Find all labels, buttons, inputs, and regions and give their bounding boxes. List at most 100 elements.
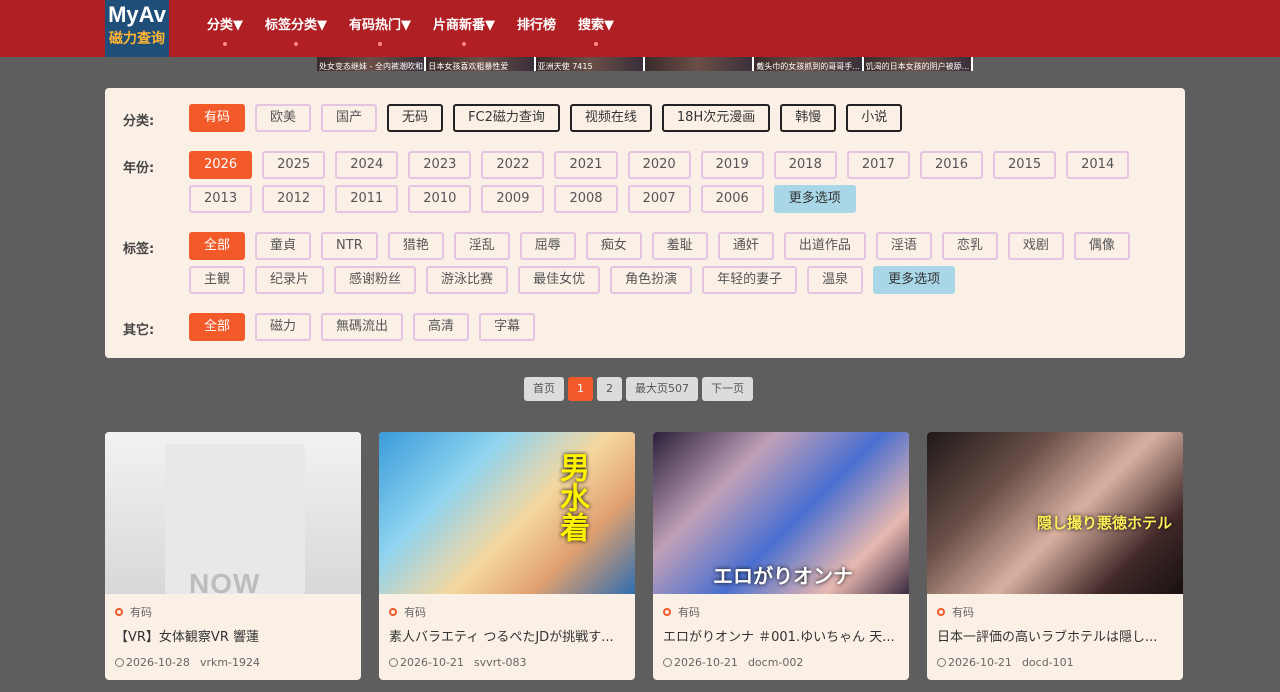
filter-chip-tags[interactable]: 通奸 <box>717 232 774 260</box>
filter-chip-tags[interactable]: 更多选项 <box>873 266 956 294</box>
filter-chip-tags[interactable]: 游泳比赛 <box>426 266 509 294</box>
filter-chip-year[interactable]: 2018 <box>773 151 837 179</box>
card-category[interactable]: 有码 <box>663 604 899 620</box>
filter-chip-year[interactable]: 2024 <box>335 151 399 179</box>
banner-thumb[interactable]: 亚洲天使 7415 <box>535 57 645 71</box>
filter-chip-category[interactable]: 18H次元漫画 <box>661 104 771 132</box>
filter-chip-tags[interactable]: 痴女 <box>585 232 642 260</box>
page-button[interactable]: 1 <box>568 377 593 401</box>
active-dot-icon <box>462 42 466 46</box>
banner-thumb[interactable]: 饥渴的日本女孩的阴户被舔... <box>863 57 973 71</box>
filter-chip-category[interactable]: 视频在线 <box>569 104 652 132</box>
filter-chip-year[interactable]: 2026 <box>189 151 253 179</box>
card-title[interactable]: 日本一評価の高いラブホテルは隠し... <box>937 628 1173 648</box>
filter-chip-tags[interactable]: 全部 <box>189 232 246 260</box>
nav-item-0[interactable]: 分类▼ <box>196 0 254 57</box>
filter-chip-tags[interactable]: 屈辱 <box>519 232 576 260</box>
video-thumbnail[interactable]: NOW <box>105 432 361 594</box>
filter-chip-category[interactable]: 国产 <box>321 104 378 132</box>
filter-chip-tags[interactable]: 淫语 <box>875 232 932 260</box>
card-category[interactable]: 有码 <box>389 604 625 620</box>
filter-chip-other[interactable]: 無碼流出 <box>321 313 404 341</box>
filter-chip-tags[interactable]: 主観 <box>189 266 246 294</box>
filter-chip-year[interactable]: 2020 <box>627 151 691 179</box>
video-thumbnail[interactable]: エロがりオンナ <box>653 432 909 594</box>
filter-chip-tags[interactable]: 出道作品 <box>783 232 866 260</box>
filter-chip-tags[interactable]: 年轻的妻子 <box>702 266 798 294</box>
filter-chip-year[interactable]: 2013 <box>189 185 253 213</box>
filter-chip-tags[interactable]: 恋乳 <box>941 232 998 260</box>
video-thumbnail[interactable]: 隠し撮り悪徳ホテル <box>927 432 1183 594</box>
video-thumbnail[interactable]: 男水着 <box>379 432 635 594</box>
nav-item-2[interactable]: 有码热门▼ <box>338 0 422 57</box>
filter-chip-year[interactable]: 2006 <box>700 185 764 213</box>
filter-chip-year[interactable]: 更多选项 <box>773 185 856 213</box>
card-category[interactable]: 有码 <box>115 604 351 620</box>
filter-chip-tags[interactable]: 猎艳 <box>387 232 444 260</box>
site-logo[interactable]: MyAv 磁力查询 <box>105 0 169 57</box>
card-category-label: 有码 <box>678 606 700 619</box>
filter-chip-year[interactable]: 2019 <box>700 151 764 179</box>
filter-chip-category[interactable]: 欧美 <box>255 104 312 132</box>
filter-chip-year[interactable]: 2025 <box>262 151 326 179</box>
filter-chip-other[interactable]: 全部 <box>189 313 246 341</box>
filter-chips-other: 全部 磁力 無碼流出 高清 字幕 <box>189 313 1179 341</box>
filter-chip-tags[interactable]: 羞耻 <box>651 232 708 260</box>
filter-chip-other[interactable]: 字幕 <box>479 313 536 341</box>
nav-item-label: 分类▼ <box>207 18 243 33</box>
filter-chip-category[interactable]: FC2磁力查询 <box>453 104 560 132</box>
card-title[interactable]: エロがりオンナ ＃001.ゆいちゃん 天... <box>663 628 899 648</box>
banner-thumb[interactable]: 处女变态继妹 - 全内裤潮吹和... <box>317 57 431 71</box>
card-date: 2026-10-21 <box>948 656 1012 669</box>
filter-chip-tags[interactable]: 偶像 <box>1073 232 1130 260</box>
card-title[interactable]: 【VR】女体観察VR 響蓮 <box>115 628 351 648</box>
filter-chip-tags[interactable]: 感谢粉丝 <box>334 266 417 294</box>
filter-chip-tags[interactable]: 戏剧 <box>1007 232 1064 260</box>
filter-chip-tags[interactable]: 温泉 <box>807 266 864 294</box>
filter-chip-year[interactable]: 2023 <box>408 151 472 179</box>
filter-chip-other[interactable]: 磁力 <box>255 313 312 341</box>
nav-item-4[interactable]: 排行榜 <box>506 0 567 57</box>
filter-chip-year[interactable]: 2010 <box>408 185 472 213</box>
filter-chip-tags[interactable]: NTR <box>321 232 378 260</box>
filter-chip-year[interactable]: 2008 <box>554 185 618 213</box>
filter-chip-tags[interactable]: 纪录片 <box>255 266 325 294</box>
card-body: 有码 素人バラエティ つるぺたJDが挑戦す... 2026-10-21 svvrt-0… <box>379 594 635 669</box>
banner-thumb[interactable] <box>644 57 755 71</box>
filter-chip-other[interactable]: 高清 <box>413 313 470 341</box>
filter-chip-category[interactable]: 无码 <box>387 104 444 132</box>
video-card[interactable]: エロがりオンナ 有码 エロがりオンナ ＃001.ゆいちゃん 天... 2026-10-… <box>653 432 909 680</box>
filter-chips-year: 2026 2025 2024 2023 2022 2021 2020 2019 2018 2017… <box>189 151 1179 213</box>
filter-chip-year[interactable]: 2014 <box>1066 151 1130 179</box>
card-category[interactable]: 有码 <box>937 604 1173 620</box>
banner-thumb[interactable]: 日本女孩喜欢粗暴性爱 <box>426 57 536 71</box>
nav-item-3[interactable]: 片商新番▼ <box>422 0 506 57</box>
page-button[interactable]: 2 <box>597 377 622 401</box>
filter-chip-tags[interactable]: 童貞 <box>255 232 312 260</box>
video-card[interactable]: 男水着 有码 素人バラエティ つるぺたJDが挑戦す... 2026-10-21 svvr… <box>379 432 635 680</box>
nav-item-5[interactable]: 搜索▼ <box>567 0 625 57</box>
filter-chip-year[interactable]: 2007 <box>627 185 691 213</box>
filter-chip-year[interactable]: 2009 <box>481 185 545 213</box>
video-card[interactable]: 隠し撮り悪徳ホテル有码日本一評価の高いラブホテルは隠し... 2026-10-21… <box>927 432 1183 680</box>
filter-chip-year[interactable]: 2021 <box>554 151 618 179</box>
nav-item-1[interactable]: 标签分类▼ <box>254 0 338 57</box>
filter-chip-year[interactable]: 2016 <box>919 151 984 179</box>
filter-chip-year[interactable]: 2012 <box>262 185 326 213</box>
filter-chip-tags[interactable]: 最佳女优 <box>518 266 601 294</box>
filter-chip-year[interactable]: 2022 <box>481 151 545 179</box>
filter-chip-tags[interactable]: 角色扮演 <box>610 266 693 294</box>
filter-chip-tags[interactable]: 淫乱 <box>453 232 510 260</box>
filter-chip-year[interactable]: 2017 <box>846 151 910 179</box>
filter-chip-year[interactable]: 2015 <box>993 151 1057 179</box>
filter-chip-category[interactable]: 小说 <box>846 104 903 132</box>
banner-thumb[interactable]: 戴头巾的女孩抓到的哥哥手... <box>754 57 864 71</box>
filter-chip-category[interactable]: 有码 <box>189 104 246 132</box>
filter-chip-year[interactable]: 2011 <box>335 185 399 213</box>
page-button[interactable]: 首页 <box>524 377 564 401</box>
card-title[interactable]: 素人バラエティ つるぺたJDが挑戦す... <box>389 628 625 648</box>
filter-chip-category[interactable]: 韩慢 <box>780 104 837 132</box>
page-button[interactable]: 最大页507 <box>626 377 698 401</box>
page-button[interactable]: 下一页 <box>702 377 753 401</box>
video-card[interactable]: NOW 有码 【VR】女体観察VR 響蓮 2026-10-28 vrkm-1924 <box>105 432 361 680</box>
